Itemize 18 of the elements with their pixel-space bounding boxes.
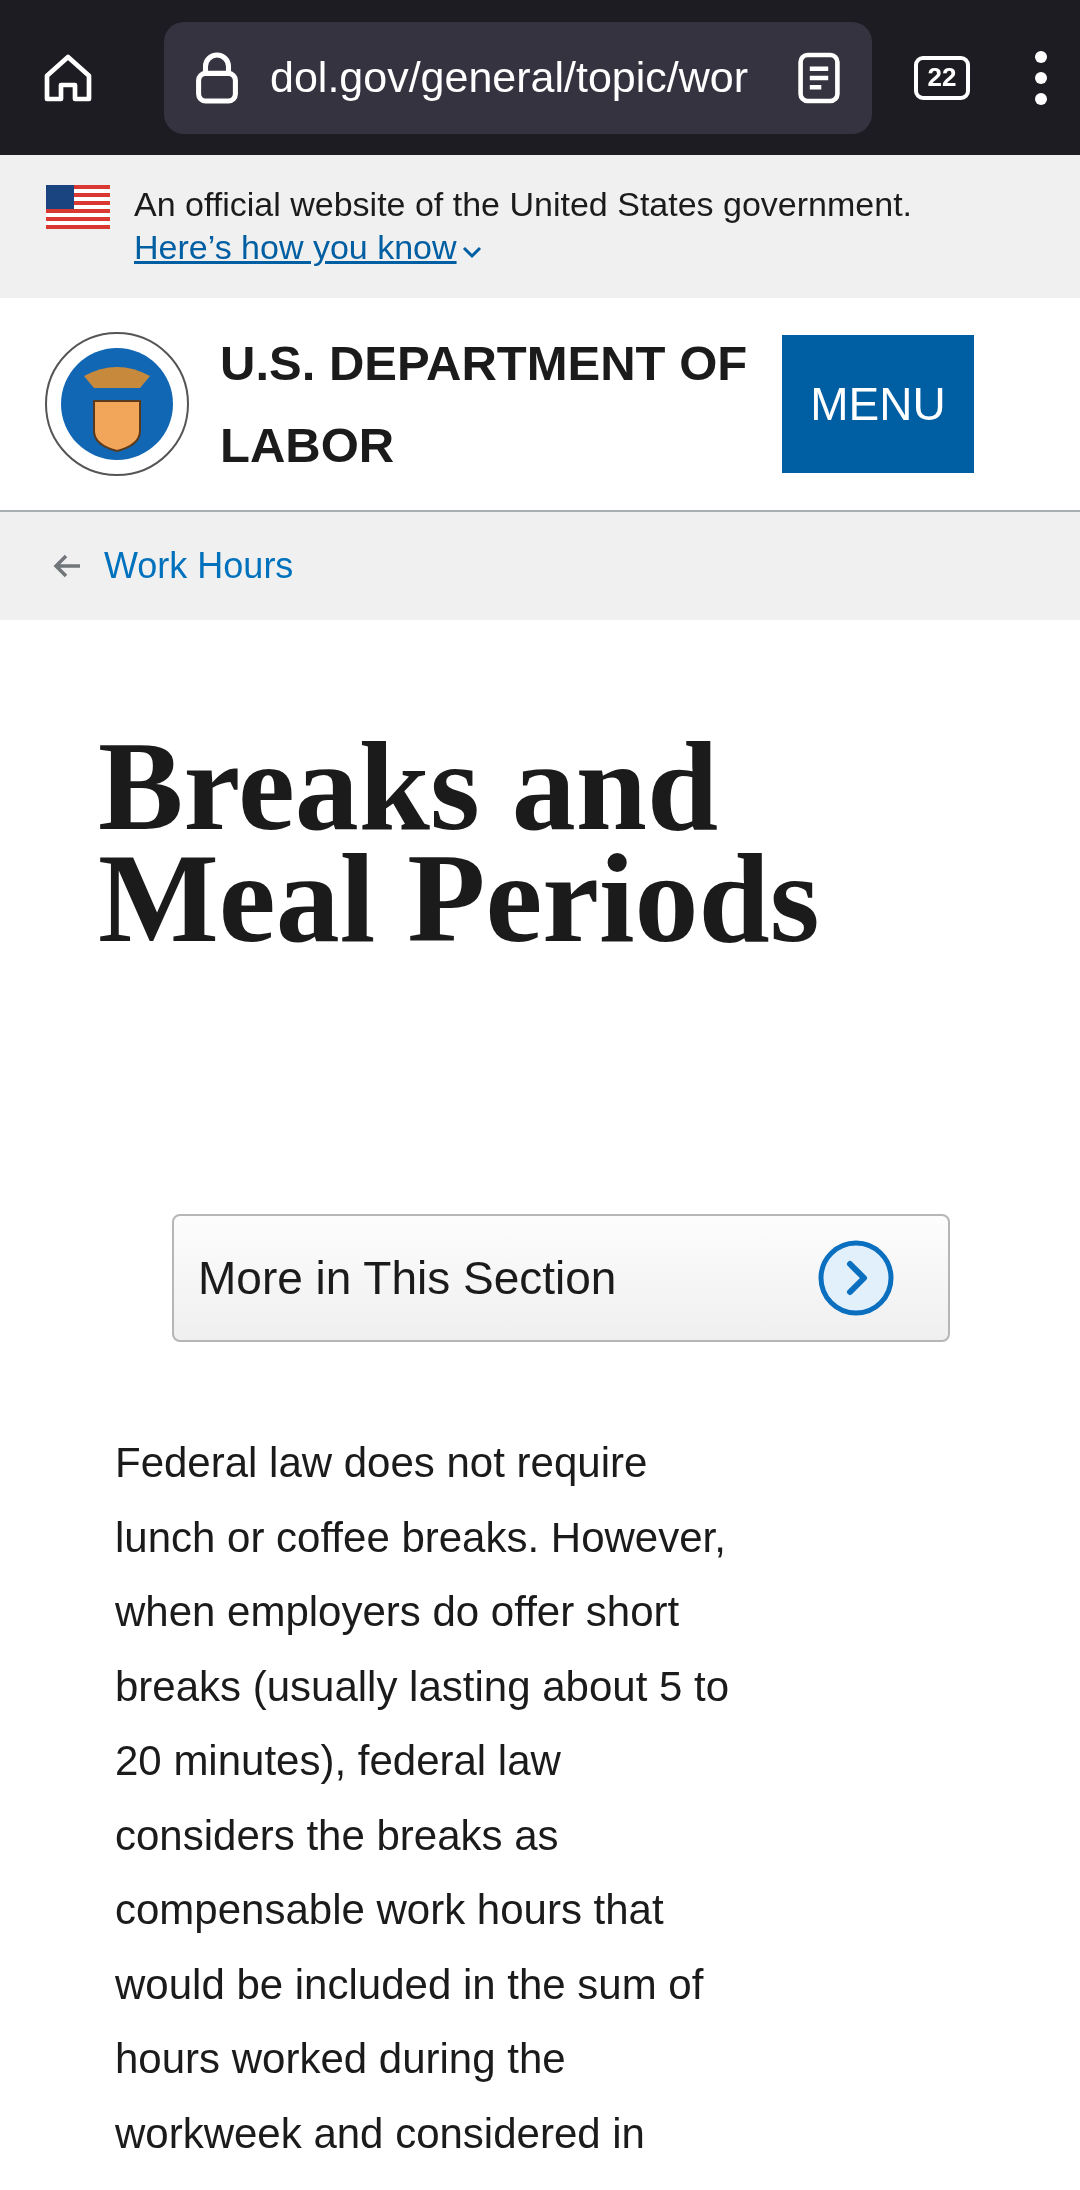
reader-mode-icon[interactable] bbox=[796, 51, 842, 104]
tab-count-button[interactable]: 22 bbox=[914, 55, 970, 100]
chevron-down-icon bbox=[460, 245, 483, 259]
chevron-right-icon bbox=[818, 1240, 894, 1316]
address-bar[interactable]: dol.gov/general/topic/wor bbox=[164, 21, 872, 134]
page-title: Breaks and Meal Periods bbox=[97, 714, 821, 954]
department-seal-logo[interactable] bbox=[44, 331, 190, 477]
menu-button[interactable]: MENU bbox=[782, 335, 974, 473]
breadcrumb-link[interactable]: Work Hours bbox=[104, 545, 294, 587]
more-in-section-button[interactable]: More in This Section bbox=[172, 1214, 950, 1342]
official-website-text: An official website of the United States government. bbox=[134, 185, 913, 224]
body-paragraph: Federal law does not require lunch or coffee breaks. However, when employers do offer short breaks (usually lasting about 5 to 20 minutes), federal law considers the breaks as compensable work hours that would be included in the sum of hours worked during the workweek and considered in bbox=[115, 1438, 730, 2159]
flag-icon bbox=[46, 185, 110, 229]
department-title[interactable]: U.S. DEPARTMENT OF LABOR bbox=[220, 322, 760, 486]
more-options-icon[interactable] bbox=[1034, 49, 1048, 106]
url-text: dol.gov/general/topic/wor bbox=[270, 53, 750, 102]
back-arrow-icon bbox=[52, 553, 82, 579]
how-you-know-link[interactable]: Here’s how you know bbox=[134, 228, 483, 267]
